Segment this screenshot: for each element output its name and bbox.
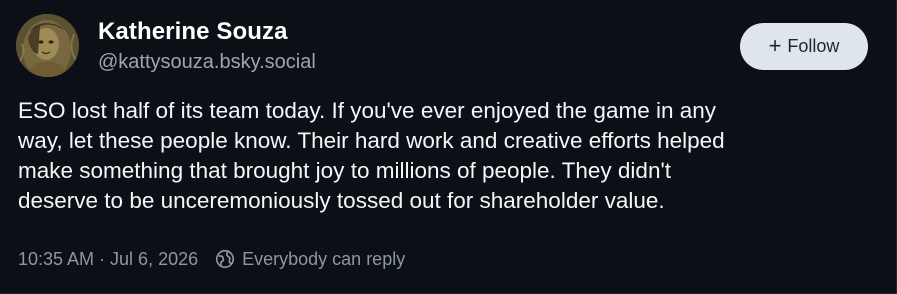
reply-setting[interactable]: Everybody can reply <box>214 248 405 270</box>
author-info: Katherine Souza @kattysouza.bsky.social <box>98 18 316 76</box>
post-card: Katherine Souza @kattysouza.bsky.social … <box>0 0 897 294</box>
post-text-line: deserve to be unceremoniously tossed out… <box>18 188 665 213</box>
reply-setting-label: Everybody can reply <box>242 248 406 269</box>
globe-icon <box>214 248 236 270</box>
post-meta: 10:35 AM · Jul 6, 2026 Everybody can rep… <box>18 245 405 273</box>
avatar-image <box>16 14 79 77</box>
plus-icon: + <box>768 32 782 58</box>
post-text-line: make something that brought joy to milli… <box>18 158 672 183</box>
author-display-name[interactable]: Katherine Souza <box>98 18 316 46</box>
post-text-line: way, let these people know. Their hard w… <box>18 128 725 153</box>
post-text: ESO lost half of its team today. If you'… <box>18 96 878 216</box>
post-timestamp[interactable]: 10:35 AM · Jul 6, 2026 <box>18 249 198 270</box>
follow-button[interactable]: + Follow <box>740 23 868 70</box>
author-handle[interactable]: @kattysouza.bsky.social <box>98 48 316 76</box>
follow-button-label: Follow <box>787 36 840 56</box>
avatar[interactable] <box>16 14 79 77</box>
post-text-line: ESO lost half of its team today. If you'… <box>18 98 717 123</box>
